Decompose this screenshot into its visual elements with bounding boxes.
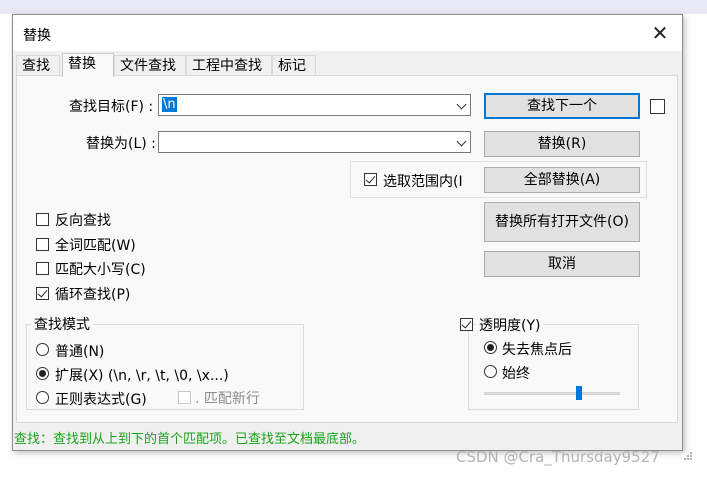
background-window-strip — [0, 0, 707, 14]
close-icon[interactable]: ✕ — [648, 21, 672, 45]
chevron-down-icon[interactable] — [456, 136, 467, 147]
replace-button[interactable]: 替换(R) — [484, 131, 640, 157]
mode-regex-label: 正则表达式(G) — [55, 392, 147, 408]
transparency-checkbox[interactable] — [460, 318, 473, 331]
tab-find-in-files[interactable]: 文件查找 — [114, 55, 186, 75]
on-lose-focus-label: 失去焦点后 — [502, 342, 572, 358]
transparency-slider-track[interactable] — [484, 392, 620, 395]
side-checkbox[interactable] — [650, 99, 665, 114]
transparency-label: 透明度(Y) — [476, 315, 544, 335]
backward-checkbox[interactable] — [36, 213, 49, 226]
checkmark-icon — [461, 318, 472, 329]
wrap-around-label: 循环查找(P) — [55, 287, 131, 303]
resize-grip-icon[interactable] — [681, 451, 693, 463]
match-case-checkbox[interactable] — [36, 262, 49, 275]
checkmark-icon — [365, 173, 376, 184]
mode-regex-radio[interactable] — [36, 391, 49, 404]
match-case-label: 匹配大小写(C) — [55, 262, 146, 278]
wrap-around-checkbox[interactable] — [36, 287, 49, 300]
tab-replace[interactable]: 替换 — [62, 53, 114, 77]
whole-word-label: 全词匹配(W) — [55, 238, 136, 254]
replace-label: 替换为(L) : — [86, 136, 156, 152]
tab-find[interactable]: 查找 — [16, 55, 60, 75]
always-radio[interactable] — [484, 365, 497, 378]
mode-extended-radio[interactable] — [36, 367, 49, 380]
search-mode-title: 查找模式 — [31, 314, 93, 334]
find-input[interactable]: \n — [158, 94, 471, 116]
mode-extended-label: 扩展(X) (\n, \r, \t, \0, \x...) — [55, 368, 229, 384]
replace-panel: 查找目标(F) : \n 查找下一个 替换为(L) : 替换(R) 选取范围内(… — [16, 75, 678, 423]
in-selection-label: 选取范围内(I — [383, 174, 463, 190]
chevron-down-icon[interactable] — [456, 99, 467, 110]
in-selection-checkbox[interactable] — [364, 173, 377, 186]
tab-mark[interactable]: 标记 — [272, 55, 316, 75]
replace-input[interactable] — [158, 131, 471, 153]
replace-all-button[interactable]: 全部替换(A) — [484, 167, 640, 193]
find-next-button[interactable]: 查找下一个 — [484, 93, 640, 119]
checkmark-icon — [37, 287, 48, 298]
radio-dot-icon — [487, 344, 494, 351]
whole-word-checkbox[interactable] — [36, 238, 49, 251]
title-bar: 替换 ✕ — [13, 15, 682, 51]
dot-newline-checkbox[interactable] — [178, 391, 191, 404]
on-lose-focus-radio[interactable] — [484, 341, 497, 354]
dialog-title: 替换 — [23, 28, 51, 44]
watermark-text: CSDN @Cra_Thursday9527 — [456, 448, 660, 466]
status-message: 查找：查找到从上到下的首个匹配项。已查找至文档最底部。 — [14, 432, 366, 447]
tab-find-in-projects[interactable]: 工程中查找 — [186, 55, 272, 75]
dot-newline-label: . 匹配新行 — [195, 391, 260, 407]
find-value: \n — [162, 97, 177, 112]
radio-dot-icon — [39, 370, 46, 377]
mode-normal-radio[interactable] — [36, 343, 49, 356]
backward-label: 反向查找 — [55, 213, 111, 229]
replace-dialog: 替换 ✕ 查找 替换 文件查找 工程中查找 标记 查找目标(F) : \n 查找… — [12, 14, 692, 460]
always-label: 始终 — [502, 366, 530, 382]
replace-all-open-files-button[interactable]: 替换所有打开文件(O) — [484, 202, 640, 242]
mode-normal-label: 普通(N) — [55, 344, 105, 360]
transparency-slider-thumb[interactable] — [576, 386, 583, 400]
find-label: 查找目标(F) : — [69, 99, 154, 115]
cancel-button[interactable]: 取消 — [484, 251, 640, 277]
